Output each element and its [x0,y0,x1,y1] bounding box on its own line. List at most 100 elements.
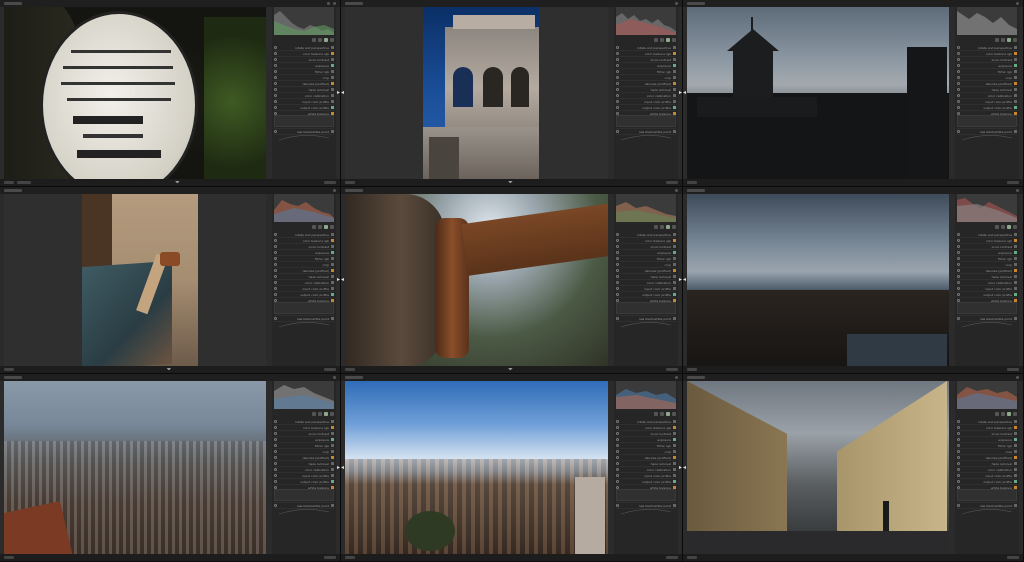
power-icon[interactable] [957,257,960,260]
histogram[interactable] [957,381,1017,409]
preset-icon[interactable] [673,88,676,91]
power-icon[interactable] [616,257,619,260]
preset-icon[interactable] [1014,263,1017,266]
power-icon[interactable] [616,480,619,483]
left-edge-arrow-icon[interactable]: ◂ [683,89,686,97]
power-icon[interactable] [274,281,277,284]
preset-icon[interactable] [1014,106,1017,109]
preset-icon[interactable] [331,46,334,49]
preset-icon[interactable] [673,426,676,429]
power-icon[interactable] [616,106,619,109]
power-icon[interactable] [274,480,277,483]
preset-icon[interactable] [1014,420,1017,423]
power-icon[interactable] [957,450,960,453]
power-icon[interactable] [616,474,619,477]
power-icon[interactable] [957,88,960,91]
tab-icon[interactable] [312,224,316,229]
window-dot[interactable] [1016,189,1019,192]
bottom-control[interactable] [1007,368,1019,371]
preset-icon[interactable] [673,432,676,435]
power-icon[interactable] [616,70,619,73]
power-icon[interactable] [274,76,277,79]
tab-icon[interactable] [672,224,676,229]
power-icon[interactable] [957,76,960,79]
preset-icon[interactable] [1014,462,1017,465]
power-icon[interactable] [616,76,619,79]
bottom-control[interactable] [687,556,697,559]
power-icon[interactable] [616,432,619,435]
preset-icon[interactable] [1014,46,1017,49]
preset-icon[interactable] [673,239,676,242]
preset-icon[interactable] [673,450,676,453]
preset-icon[interactable] [331,88,334,91]
power-icon[interactable] [957,52,960,55]
preset-icon[interactable] [331,480,334,483]
preset-icon[interactable] [331,64,334,67]
power-icon[interactable] [274,70,277,73]
preset-icon[interactable] [331,58,334,61]
power-icon[interactable] [957,420,960,423]
preset-icon[interactable] [331,275,334,278]
power-icon[interactable] [616,420,619,423]
power-icon[interactable] [274,82,277,85]
power-icon[interactable] [616,287,619,290]
tab-icon[interactable] [666,411,670,416]
preset-icon[interactable] [673,420,676,423]
preset-icon[interactable] [1014,456,1017,459]
power-icon[interactable] [616,444,619,447]
preset-icon[interactable] [673,100,676,103]
tab-icon[interactable] [318,37,322,42]
preset-icon[interactable] [331,293,334,296]
power-icon[interactable] [274,88,277,91]
histogram[interactable] [274,381,334,409]
window-dot[interactable] [333,189,336,192]
image-canvas[interactable] [345,194,608,366]
preset-icon[interactable] [673,281,676,284]
preset-icon[interactable] [673,106,676,109]
image-canvas[interactable] [687,7,949,179]
top-control[interactable] [4,189,22,192]
power-icon[interactable] [274,52,277,55]
preset-icon[interactable] [1014,251,1017,254]
preset-icon[interactable] [673,70,676,73]
tab-icon[interactable] [666,37,670,42]
bottom-control[interactable] [345,556,355,559]
bottom-control[interactable] [4,181,14,184]
power-icon[interactable] [957,70,960,73]
preset-icon[interactable] [1014,70,1017,73]
tab-icon[interactable] [995,37,999,42]
image-canvas[interactable] [4,194,266,367]
preset-icon[interactable] [1014,281,1017,284]
preset-icon[interactable] [673,52,676,55]
power-icon[interactable] [957,263,960,266]
tab-icon[interactable] [660,411,664,416]
preset-icon[interactable] [331,450,334,453]
right-edge-arrow-icon[interactable]: ▸ [679,276,682,284]
power-icon[interactable] [616,52,619,55]
tab-icon[interactable] [660,37,664,42]
tab-icon[interactable] [312,37,316,42]
window-dot[interactable] [333,376,336,379]
power-icon[interactable] [616,462,619,465]
preset-icon[interactable] [673,94,676,97]
histogram[interactable] [957,194,1017,222]
preset-icon[interactable] [331,82,334,85]
power-icon[interactable] [274,251,277,254]
power-icon[interactable] [274,438,277,441]
preset-icon[interactable] [1014,480,1017,483]
power-icon[interactable] [957,480,960,483]
preset-icon[interactable] [331,76,334,79]
right-edge-arrow-icon[interactable]: ▸ [679,89,682,97]
power-icon[interactable] [957,233,960,236]
preset-icon[interactable] [673,444,676,447]
tab-icon[interactable] [654,224,658,229]
power-icon[interactable] [957,275,960,278]
tab-icon[interactable] [1007,37,1011,42]
tab-icon[interactable] [654,37,658,42]
preset-icon[interactable] [1014,100,1017,103]
tab-icon[interactable] [324,411,328,416]
right-edge-arrow-icon[interactable]: ▸ [337,276,340,284]
preset-icon[interactable] [331,245,334,248]
bottom-control[interactable] [687,368,697,371]
power-icon[interactable] [616,281,619,284]
